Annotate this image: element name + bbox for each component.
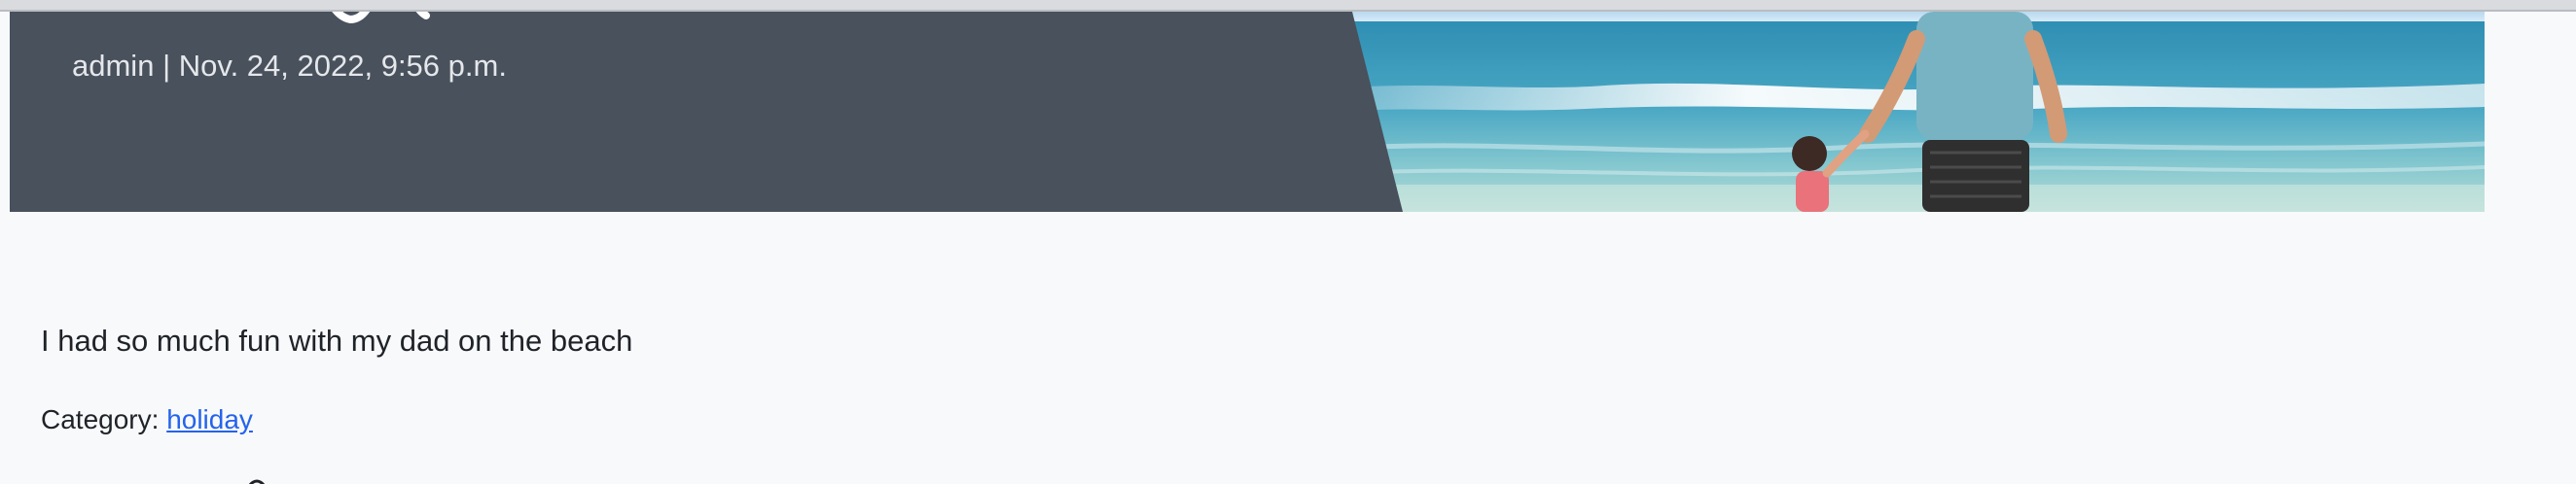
category-label: Category: bbox=[41, 404, 160, 434]
post-date: Nov. 24, 2022, 9:56 p.m. bbox=[178, 49, 507, 83]
post-author: admin bbox=[72, 49, 155, 83]
hero-title-fragment bbox=[332, 12, 430, 24]
partial-icon-fragment bbox=[248, 479, 266, 484]
page: admin | Nov. 24, 2022, 9:56 p.m. I had s… bbox=[0, 0, 2576, 484]
post-category: Category: holiday bbox=[41, 404, 253, 435]
meta-separator: | bbox=[162, 49, 171, 83]
category-link-holiday[interactable]: holiday bbox=[166, 404, 253, 434]
hero-text-panel bbox=[10, 12, 1403, 212]
hero-banner: admin | Nov. 24, 2022, 9:56 p.m. bbox=[10, 12, 2485, 212]
post-body: I had so much fun with my dad on the bea… bbox=[41, 324, 633, 358]
beach-photo bbox=[1352, 12, 2485, 212]
post-meta: admin | Nov. 24, 2022, 9:56 p.m. bbox=[72, 49, 507, 84]
top-border bbox=[0, 0, 2576, 12]
